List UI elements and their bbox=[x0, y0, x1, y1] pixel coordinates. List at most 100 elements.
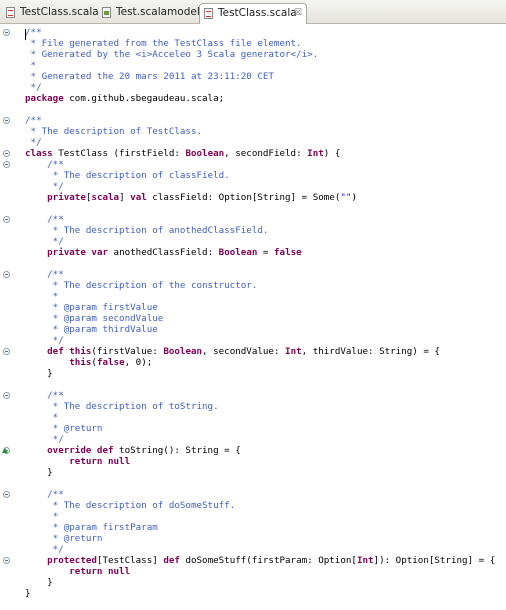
code-token: Boolean bbox=[218, 247, 258, 258]
code-token: /** bbox=[25, 214, 64, 225]
code-token: } bbox=[25, 368, 53, 379]
code-token: */ bbox=[25, 236, 64, 247]
code-token: * The description of classField. bbox=[25, 170, 230, 181]
code-token: /** bbox=[25, 390, 64, 401]
fold-toggle-icon[interactable] bbox=[3, 271, 10, 278]
code-token: * @return bbox=[25, 423, 103, 434]
code-token: , thirdValue: String) = { bbox=[301, 346, 440, 357]
code-token: "" bbox=[340, 192, 352, 203]
tab-label: TestClass.scala bbox=[218, 7, 297, 19]
code-line: } bbox=[25, 467, 53, 478]
code-line: * The description of doSomeStuff. bbox=[25, 500, 236, 511]
scalamodel-file-icon bbox=[102, 7, 111, 18]
code-token: , secondField: bbox=[224, 148, 308, 159]
code-line: * File generated from the TestClass file… bbox=[25, 38, 302, 49]
code-line: * The description of TestClass. bbox=[25, 126, 202, 137]
code-token: return null bbox=[25, 566, 131, 577]
code-line: return null bbox=[25, 456, 130, 467]
code-token: * bbox=[25, 60, 37, 71]
tab-testclass-scala-1[interactable]: TestClass.scala bbox=[2, 3, 99, 24]
code-line: * Generated by the <i>Acceleo 3 Scala ge… bbox=[25, 49, 319, 60]
code-line: * @return bbox=[25, 423, 103, 434]
code-line: * @return bbox=[25, 533, 103, 544]
code-token: */ bbox=[25, 137, 42, 148]
code-token: */ bbox=[25, 335, 64, 346]
tab-testclass-scala-active[interactable]: TestClass.scala ☒ bbox=[199, 3, 307, 24]
code-line: * @param secondValue bbox=[25, 313, 164, 324]
code-line: /** bbox=[25, 27, 42, 38]
code-token: , 0); bbox=[124, 357, 153, 368]
code-line: private var anothedClassField: Boolean =… bbox=[25, 247, 302, 258]
code-token: [TestClass] bbox=[96, 555, 164, 566]
code-token: protected bbox=[25, 555, 97, 566]
code-line: */ bbox=[25, 181, 64, 192]
code-token: com.github.sbegaudeau.scala; bbox=[63, 93, 225, 104]
code-line: /** bbox=[25, 159, 64, 170]
fold-toggle-icon[interactable] bbox=[3, 29, 10, 36]
code-token: * Generated the 20 mars 2011 at 23:11:20… bbox=[25, 71, 274, 82]
code-token: * File generated from the TestClass file… bbox=[25, 38, 302, 49]
tab-test-scalamodel[interactable]: Test.scalamodel bbox=[98, 3, 200, 24]
code-token: class bbox=[25, 148, 53, 159]
code-token: * Generated by the <i>Acceleo 3 Scala ge… bbox=[25, 49, 319, 60]
code-token: } bbox=[25, 467, 53, 478]
code-line: } bbox=[25, 577, 53, 588]
code-token: TestClass (firstField: bbox=[52, 148, 186, 159]
code-line: /** bbox=[25, 390, 64, 401]
code-line: protected[TestClass] def doSomeStuff(fir… bbox=[25, 555, 495, 566]
fold-toggle-icon[interactable] bbox=[3, 491, 10, 498]
code-token: (firstValue: bbox=[91, 346, 164, 357]
override-marker-icon[interactable] bbox=[2, 448, 8, 453]
code-line: * bbox=[25, 412, 59, 423]
fold-toggle-icon[interactable] bbox=[3, 348, 10, 355]
code-token: false bbox=[274, 247, 302, 258]
code-token: var bbox=[91, 247, 109, 258]
code-editor[interactable]: /** * File generated from the TestClass … bbox=[0, 24, 506, 610]
fold-toggle-icon[interactable] bbox=[3, 117, 10, 124]
code-token: , secondValue: bbox=[202, 346, 286, 357]
code-token: /** bbox=[25, 159, 64, 170]
code-line: } bbox=[25, 588, 31, 599]
code-token: * The description of toString. bbox=[25, 401, 219, 412]
code-token: doSomeStuff(firstParam: Option[ bbox=[179, 555, 357, 566]
code-token: * @param firstValue bbox=[25, 302, 158, 313]
folding-ruler bbox=[0, 24, 14, 610]
code-token: * bbox=[25, 511, 59, 522]
code-line: override def toString(): String = { bbox=[25, 445, 241, 456]
code-line: private[scala] val classField: Option[St… bbox=[25, 192, 357, 203]
code-line: * @param firstParam bbox=[25, 522, 158, 533]
fold-toggle-icon[interactable] bbox=[3, 392, 10, 399]
code-token: scala bbox=[91, 192, 120, 203]
code-token: */ bbox=[25, 434, 64, 445]
code-token: */ bbox=[25, 82, 42, 93]
code-line: /** bbox=[25, 115, 42, 126]
tab-label: TestClass.scala bbox=[20, 6, 99, 18]
fold-toggle-icon[interactable] bbox=[3, 557, 10, 564]
code-line: * bbox=[25, 291, 59, 302]
fold-toggle-icon[interactable] bbox=[3, 216, 10, 223]
code-token: } bbox=[25, 588, 31, 599]
code-line: * @param thirdValue bbox=[25, 324, 158, 335]
code-token: /** bbox=[25, 489, 64, 500]
code-line: /** bbox=[25, 489, 64, 500]
code-line: * @param firstValue bbox=[25, 302, 158, 313]
code-line: * The description of toString. bbox=[25, 401, 219, 412]
code-token: override def bbox=[25, 445, 114, 456]
fold-toggle-icon[interactable] bbox=[3, 150, 10, 157]
code-token: * @param secondValue bbox=[25, 313, 164, 324]
code-token: classField: Option[String] = Some( bbox=[146, 192, 341, 203]
code-line: package com.github.sbegaudeau.scala; bbox=[25, 93, 224, 104]
code-token: * The description of doSomeStuff. bbox=[25, 500, 236, 511]
code-token: * bbox=[25, 412, 59, 423]
editor-tab-bar: TestClass.scala Test.scalamodel TestClas… bbox=[0, 0, 506, 24]
code-token: false bbox=[96, 357, 125, 368]
code-line: */ bbox=[25, 335, 64, 346]
code-token: */ bbox=[25, 544, 64, 555]
close-icon[interactable]: ☒ bbox=[294, 4, 302, 23]
code-token: * The description of TestClass. bbox=[25, 126, 203, 137]
code-token: Int bbox=[307, 148, 324, 159]
code-line: } bbox=[25, 368, 53, 379]
fold-toggle-icon[interactable] bbox=[3, 161, 10, 168]
code-line: return null bbox=[25, 566, 130, 577]
scala-file-icon bbox=[204, 8, 213, 19]
